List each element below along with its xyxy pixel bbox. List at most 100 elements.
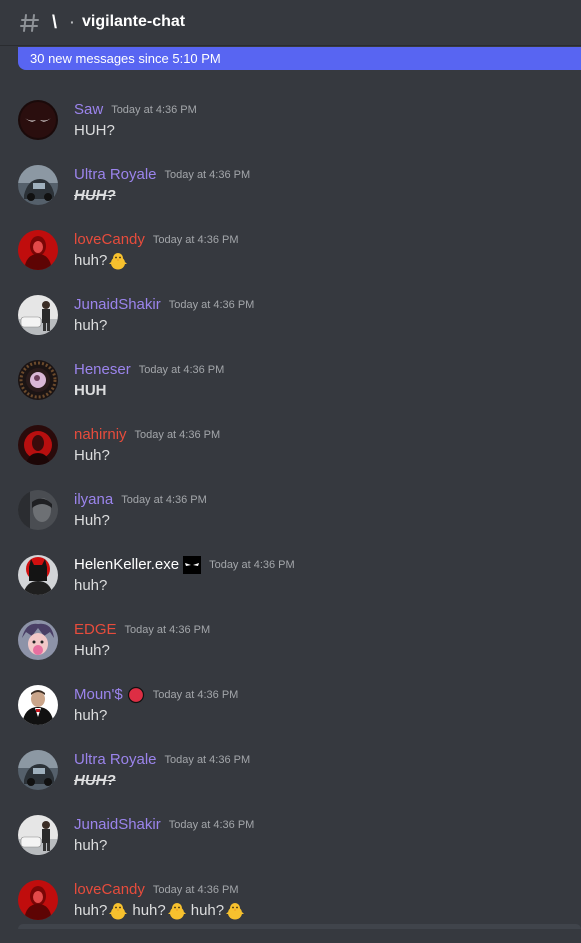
username[interactable]: ilyana	[74, 490, 113, 510]
username[interactable]: nahirniy	[74, 425, 127, 445]
message-item[interactable]: EDGE Today at 4:36 PM Huh?	[0, 618, 581, 683]
message-composer[interactable]	[18, 924, 581, 929]
message-item[interactable]: loveCandy Today at 4:36 PM huh? huh? huh?	[0, 878, 581, 943]
timestamp: Today at 4:36 PM	[138, 364, 225, 376]
username[interactable]: Ultra Royale	[74, 165, 157, 185]
timestamp: Today at 4:36 PM	[209, 559, 295, 571]
message-content: huh?	[74, 705, 107, 727]
new-messages-text: 30 new messages since 5:10 PM	[30, 51, 221, 66]
username[interactable]: loveCandy	[74, 230, 145, 250]
chick-icon	[225, 901, 245, 921]
username[interactable]: Heneser	[74, 360, 131, 380]
timestamp: Today at 4:36 PM	[134, 429, 221, 441]
timestamp: Today at 4:36 PM	[168, 819, 255, 831]
message-text: huh?	[74, 252, 108, 269]
chick-icon	[167, 901, 187, 921]
timestamp: Today at 4:36 PM	[164, 169, 251, 181]
message-content: huh?	[74, 575, 107, 597]
message-header: Moun'$ Today at 4:36 PM	[74, 685, 238, 705]
avatar[interactable]	[18, 230, 58, 270]
avatar[interactable]	[18, 425, 58, 465]
timestamp: Today at 4:36 PM	[164, 754, 251, 766]
avatar[interactable]	[18, 620, 58, 660]
message-content: HUH	[74, 380, 107, 402]
message-text: huh?	[74, 902, 108, 919]
message-header: EDGE Today at 4:36 PM	[74, 620, 210, 640]
message-item[interactable]: Ultra Royale Today at 4:36 PM HUH?	[0, 163, 581, 228]
username[interactable]: Moun'$	[74, 685, 123, 705]
message-item[interactable]: Heneser Today at 4:36 PM HUH	[0, 358, 581, 423]
message-text: Huh?	[74, 447, 110, 464]
username[interactable]: JunaidShakir	[74, 295, 161, 315]
message-header: Saw Today at 4:36 PM	[74, 100, 197, 120]
avatar[interactable]	[18, 815, 58, 855]
message-item[interactable]: Saw Today at 4:36 PM HUH?	[0, 98, 581, 163]
message-content: Huh?	[74, 510, 110, 532]
username[interactable]: Saw	[74, 100, 103, 120]
message-header: loveCandy Today at 4:36 PM	[74, 230, 239, 250]
message-content: Huh?	[74, 445, 110, 467]
dot-separator-icon: ·	[70, 14, 75, 30]
message-text: Huh?	[74, 512, 110, 529]
message-header: ilyana Today at 4:36 PM	[74, 490, 207, 510]
avatar[interactable]	[18, 360, 58, 400]
new-messages-banner[interactable]: 30 new messages since 5:10 PM	[18, 47, 581, 70]
message-item[interactable]: ilyana Today at 4:36 PM Huh?	[0, 488, 581, 553]
username[interactable]: loveCandy	[74, 880, 145, 900]
message-header: loveCandy Today at 4:36 PM	[74, 880, 239, 900]
timestamp: Today at 4:36 PM	[152, 234, 239, 246]
chick-icon	[108, 251, 128, 271]
message-header: Ultra Royale Today at 4:36 PM	[74, 750, 250, 770]
message-content: huh?	[74, 315, 107, 337]
message-text: huh?	[132, 902, 166, 919]
username[interactable]: Ultra Royale	[74, 750, 157, 770]
avatar[interactable]	[18, 100, 58, 140]
channel-header: \ · vigilante-chat	[0, 0, 581, 46]
timestamp: Today at 4:36 PM	[152, 884, 239, 896]
message-item[interactable]: HelenKeller.exe Today at 4:36 PM huh?	[0, 553, 581, 618]
chick-icon	[108, 901, 128, 921]
avatar[interactable]	[18, 685, 58, 725]
avatar[interactable]	[18, 880, 58, 920]
message-content: huh? huh? huh?	[74, 900, 249, 922]
message-content: huh?	[74, 835, 107, 857]
message-text: HUH?	[74, 772, 116, 789]
message-content: HUH?	[74, 185, 116, 207]
message-header: Ultra Royale Today at 4:36 PM	[74, 165, 250, 185]
avatar[interactable]	[18, 165, 58, 205]
message-item[interactable]: Ultra Royale Today at 4:36 PM HUH?	[0, 748, 581, 813]
message-item[interactable]: loveCandy Today at 4:36 PM huh?	[0, 228, 581, 293]
hash-icon	[20, 14, 39, 32]
avatar[interactable]	[18, 555, 58, 595]
message-header: HelenKeller.exe Today at 4:36 PM	[74, 555, 295, 575]
channel-prefix-icon: \	[52, 12, 58, 32]
avatar[interactable]	[18, 490, 58, 530]
message-item[interactable]: JunaidShakir Today at 4:36 PM huh?	[0, 813, 581, 878]
avatar[interactable]	[18, 295, 58, 335]
timestamp: Today at 4:36 PM	[124, 624, 211, 636]
timestamp: Today at 4:36 PM	[152, 689, 239, 701]
message-content: Huh?	[74, 640, 110, 662]
message-item[interactable]: nahirniy Today at 4:36 PM Huh?	[0, 423, 581, 488]
message-list: Saw Today at 4:36 PM HUH? Ultra Royale Today…	[0, 98, 581, 943]
message-item[interactable]: JunaidShakir Today at 4:36 PM huh?	[0, 293, 581, 358]
red-circle-icon	[127, 686, 145, 704]
channel-title: vigilante-chat	[82, 13, 186, 30]
username[interactable]: HelenKeller.exe	[74, 555, 179, 575]
avatar[interactable]	[18, 750, 58, 790]
message-item[interactable]: Moun'$ Today at 4:36 PM huh?	[0, 683, 581, 748]
message-text: HUH?	[74, 187, 116, 204]
message-content: huh?	[74, 250, 132, 272]
timestamp: Today at 4:36 PM	[121, 494, 207, 506]
timestamp: Today at 4:36 PM	[168, 299, 255, 311]
message-text: huh?	[74, 577, 108, 594]
message-text: HUH	[74, 382, 107, 399]
message-text: huh?	[74, 837, 108, 854]
message-content: HUH?	[74, 120, 115, 142]
message-header: Heneser Today at 4:36 PM	[74, 360, 224, 380]
username[interactable]: EDGE	[74, 620, 117, 640]
message-text: HUH?	[74, 122, 115, 139]
username[interactable]: JunaidShakir	[74, 815, 161, 835]
message-text: huh?	[74, 707, 108, 724]
eyes-icon	[183, 556, 202, 574]
